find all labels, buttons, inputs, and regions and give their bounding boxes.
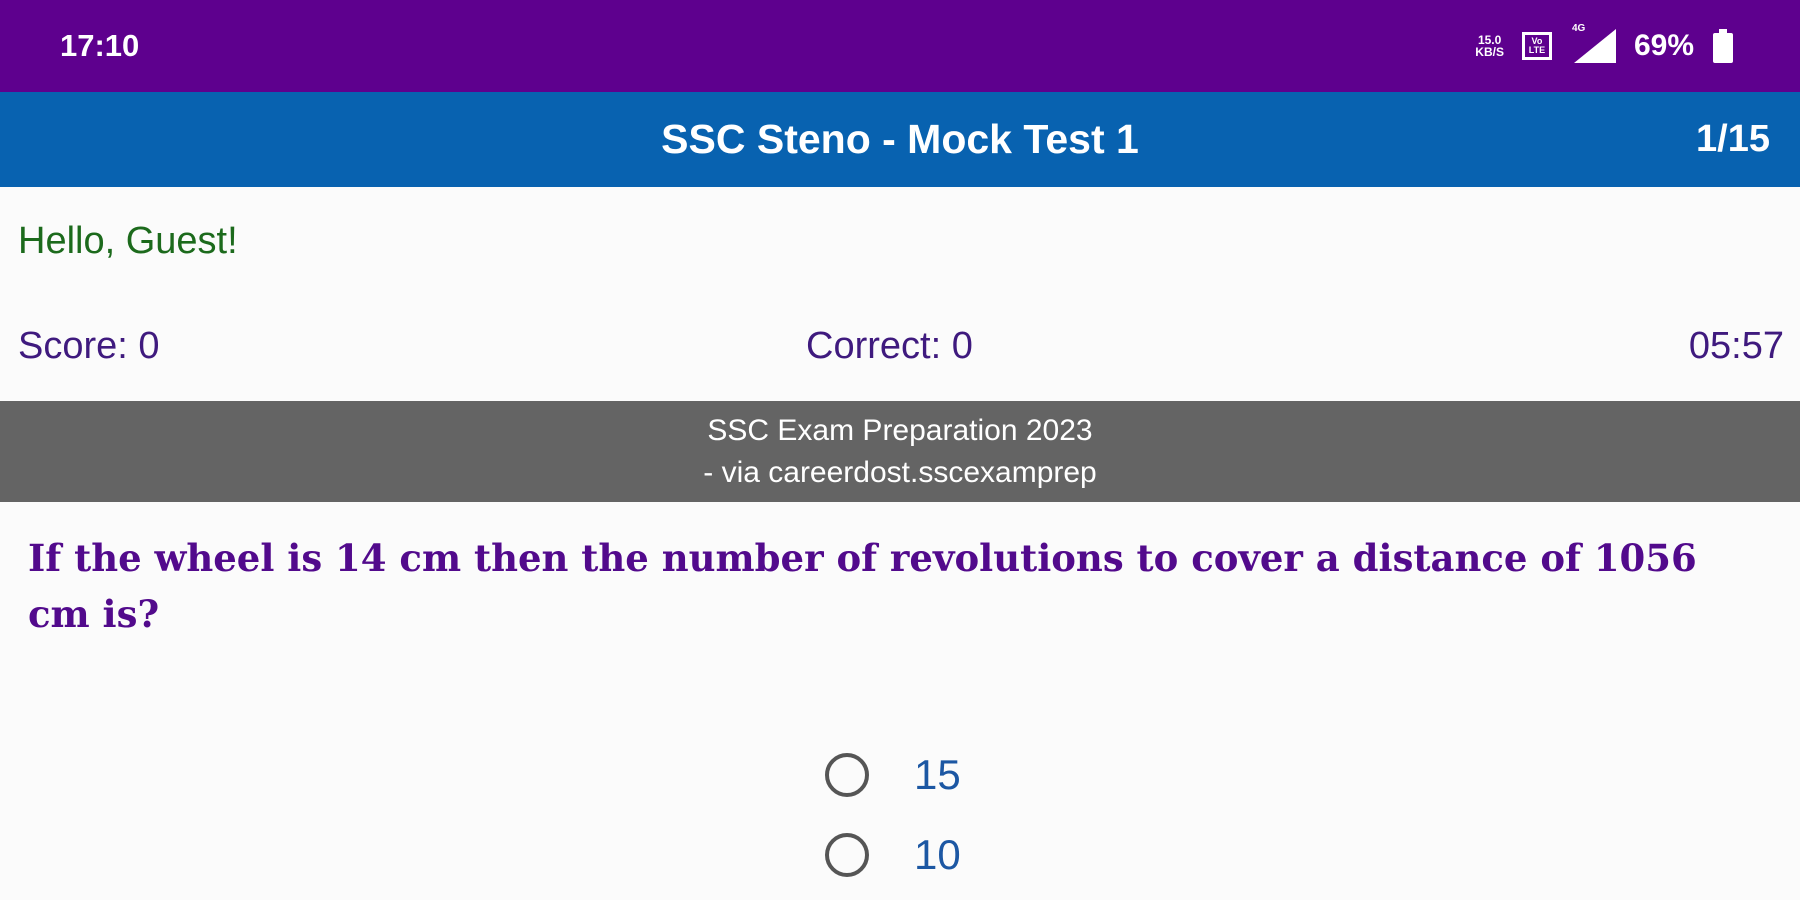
question-progress: 1/15: [1696, 118, 1770, 160]
network-type: 4G: [1571, 23, 1586, 34]
question-text: If the wheel is 14 cm then the number of…: [28, 536, 1697, 636]
answer-option[interactable]: 15: [825, 745, 961, 805]
status-icons: 15.0 KB/S Vo LTE 4G 69%: [1475, 23, 1734, 66]
network-speed-unit: KB/S: [1475, 45, 1504, 59]
banner-title: SSC Exam Preparation 2023: [707, 413, 1093, 447]
volte-icon: Vo LTE: [1521, 32, 1552, 60]
countdown-timer: 05:57: [1688, 325, 1784, 367]
status-bar: 17:10 15.0 KB/S Vo LTE 4G 69%: [0, 0, 1800, 92]
battery-percent: 69%: [1633, 29, 1694, 62]
correct-count: Correct: 0: [806, 325, 973, 367]
stats-row: Score: 0 Correct: 0 05:57: [18, 325, 1784, 375]
answer-option[interactable]: 10: [825, 825, 961, 885]
signal-icon: 4G: [1570, 23, 1616, 63]
greeting-text: Hello, Guest!: [18, 220, 238, 262]
ad-banner[interactable]: SSC Exam Preparation 2023 - via careerdo…: [0, 401, 1800, 502]
battery-icon: [1713, 29, 1733, 63]
radio-button[interactable]: [825, 833, 869, 877]
status-time: 17:10: [60, 28, 140, 63]
app-title: SSC Steno - Mock Test 1: [661, 116, 1139, 162]
radio-button[interactable]: [825, 753, 869, 797]
option-label[interactable]: 15: [914, 751, 961, 799]
network-speed: 15.0 KB/S: [1475, 34, 1504, 58]
app-bar: SSC Steno - Mock Test 1 1/15: [0, 92, 1800, 187]
option-label[interactable]: 10: [914, 831, 961, 879]
banner-subtitle: - via careerdost.sscexamprep: [703, 455, 1097, 489]
score-label: Score: 0: [18, 325, 160, 367]
